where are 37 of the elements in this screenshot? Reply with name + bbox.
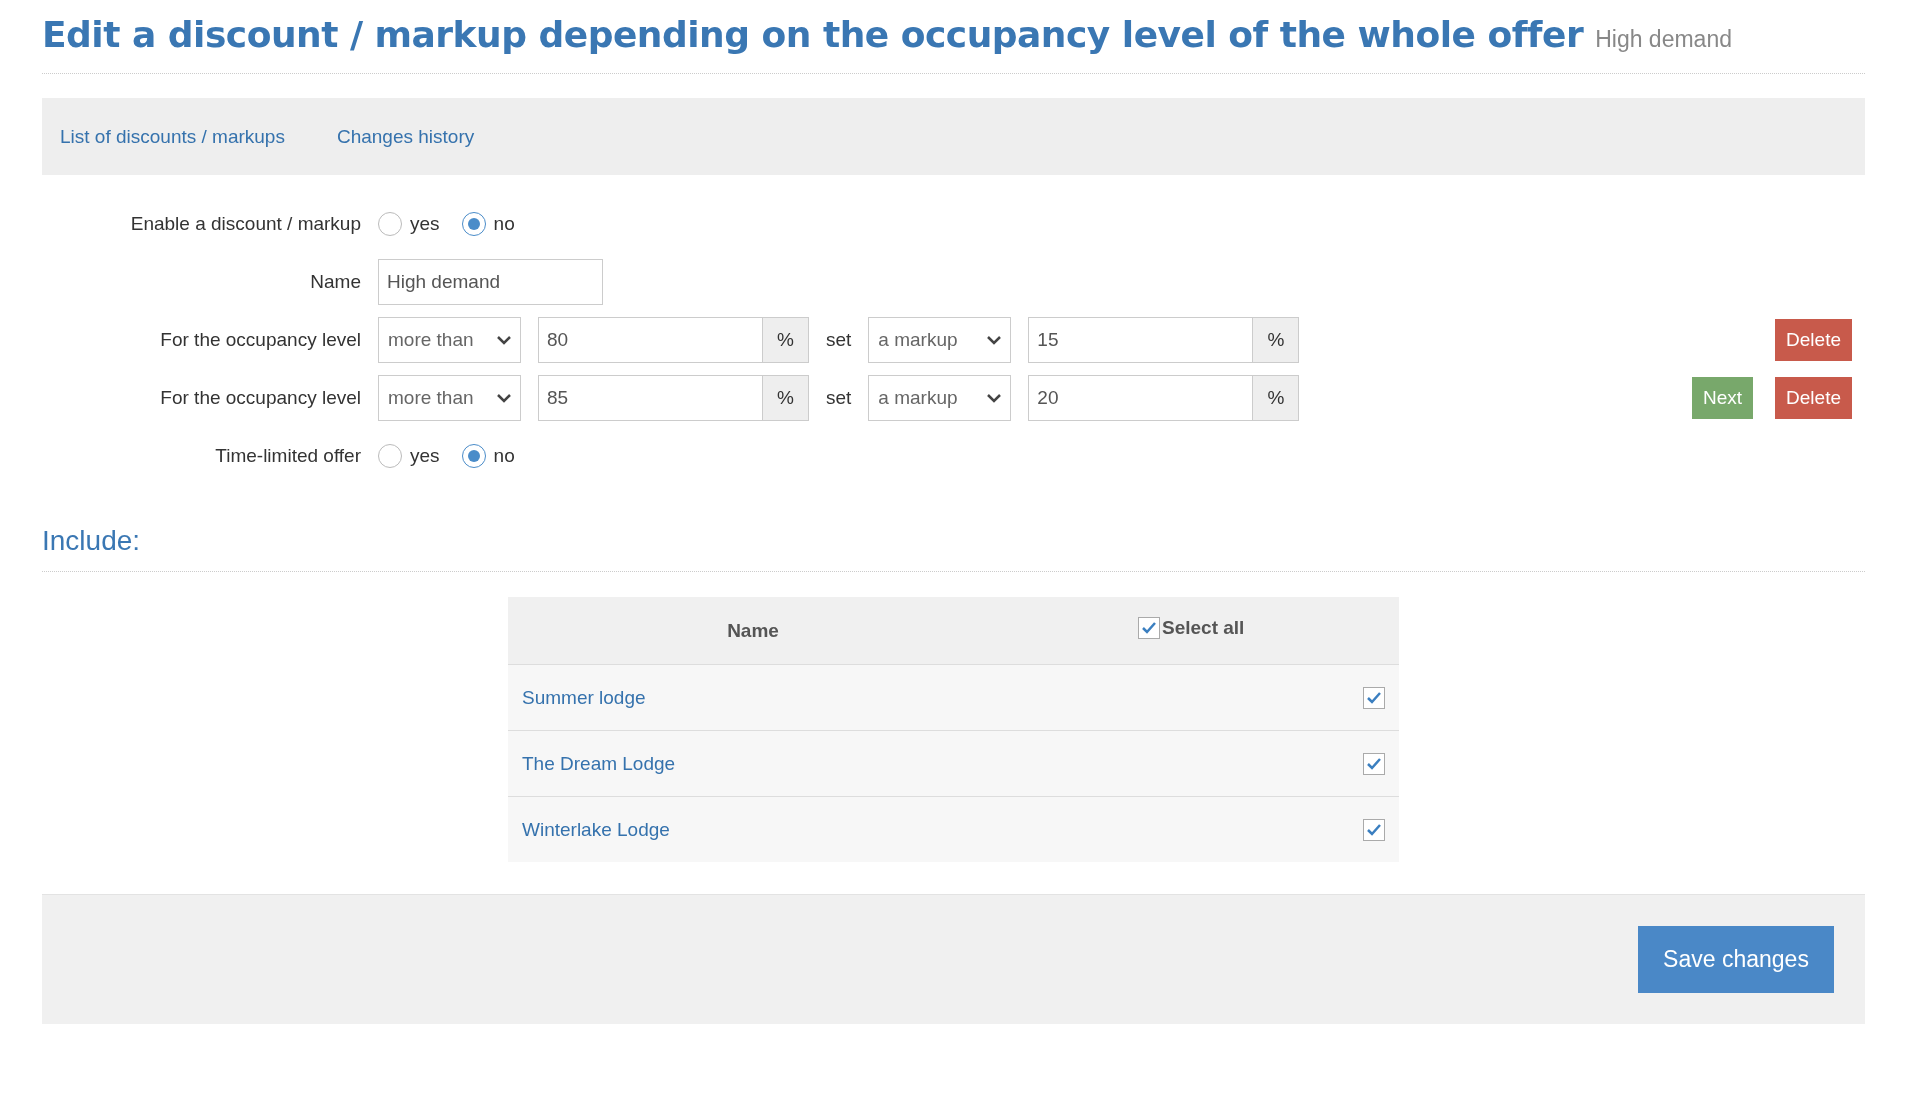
comparator-dropdown[interactable]: more than xyxy=(378,317,521,363)
unit-addon: % xyxy=(1253,317,1300,363)
lodge-link[interactable]: The Dream Lodge xyxy=(522,752,676,774)
delete-button[interactable]: Delete xyxy=(1775,377,1852,419)
radio-option[interactable]: no xyxy=(461,212,515,236)
amount-input[interactable]: 15 xyxy=(1028,317,1254,363)
set-label: set xyxy=(826,329,852,351)
section-heading: Include: xyxy=(42,525,1865,572)
field-label: For the occupancy level xyxy=(159,387,361,409)
unit-addon: % xyxy=(763,375,809,421)
column-header: Name xyxy=(508,597,998,665)
unit-addon: % xyxy=(763,317,809,363)
threshold-input[interactable]: 85 xyxy=(538,375,763,421)
radio-option[interactable]: yes xyxy=(378,212,440,236)
nav-link[interactable]: List of discounts / markups xyxy=(60,125,285,148)
save-button[interactable]: Save changes xyxy=(1638,926,1834,993)
field-label: Enable a discount / markup xyxy=(129,213,361,235)
type-dropdown[interactable]: a markup xyxy=(868,375,1012,421)
field-label: Name xyxy=(309,271,361,293)
delete-button[interactable]: Delete xyxy=(1775,319,1852,361)
radio-option[interactable]: no xyxy=(461,444,515,468)
select-all-checkbox[interactable]: Select all xyxy=(1138,617,1245,639)
set-label: set xyxy=(826,387,852,409)
name-input[interactable]: High demand xyxy=(378,259,603,305)
type-dropdown[interactable]: a markup xyxy=(868,317,1012,363)
lodge-link[interactable]: Summer lodge xyxy=(522,686,646,708)
field-label: Time-limited offer xyxy=(214,445,361,467)
field-label: For the occupancy level xyxy=(159,329,361,351)
page-title: Edit a discount / markup depending on the occupancy level of the whole offer xyxy=(42,14,1584,55)
comparator-dropdown[interactable]: more than xyxy=(378,375,521,421)
lodge-link[interactable]: Winterlake Lodge xyxy=(522,818,670,840)
radio-option[interactable]: yes xyxy=(378,444,440,468)
amount-input[interactable]: 20 xyxy=(1028,375,1254,421)
threshold-input[interactable]: 80 xyxy=(538,317,763,363)
nav-link[interactable]: Changes history xyxy=(336,125,475,148)
page-subtitle: High demand xyxy=(1595,26,1732,53)
unit-addon: % xyxy=(1253,375,1300,421)
